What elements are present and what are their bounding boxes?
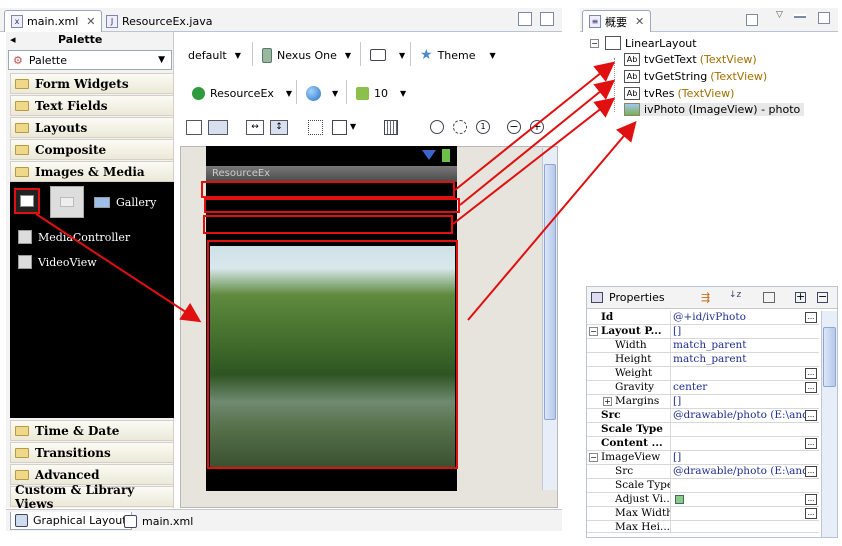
arrow-tvres: [452, 97, 616, 225]
annotation-arrows: [35, 61, 637, 323]
arrow-tvgettext: [454, 61, 616, 191]
arrow-imageview-to-photo: [35, 213, 202, 323]
arrow-ivphoto: [467, 120, 637, 321]
arrow-tvgetstring: [459, 79, 616, 206]
